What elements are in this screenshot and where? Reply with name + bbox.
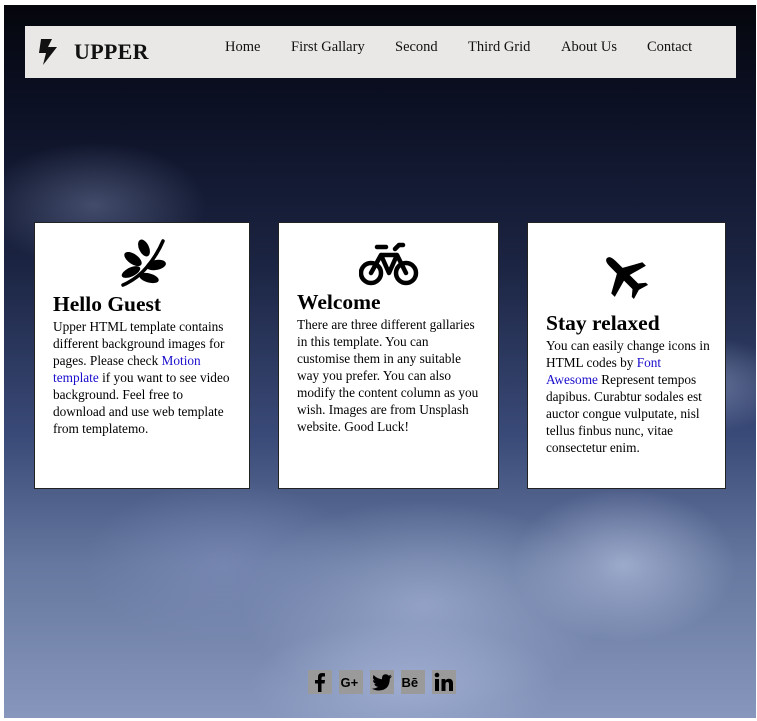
nav-item-second[interactable]: Second [395, 39, 438, 56]
nav-item-about-us[interactable]: About Us [561, 39, 617, 56]
twitter-icon[interactable] [370, 670, 394, 694]
card-text: You can easily change icons in HTML code… [546, 338, 710, 455]
card-stay-relaxed: Stay relaxed You can easily change icons… [527, 222, 726, 489]
bicycle-icon [359, 242, 419, 286]
card-hello-guest: Hello Guest Upper HTML template contains… [34, 222, 250, 489]
card-text: Upper HTML template contains different b… [53, 319, 230, 436]
nav-item-third-grid[interactable]: Third Grid [468, 39, 530, 56]
bolt-icon [39, 39, 57, 65]
card-title: Welcome [297, 290, 381, 314]
card-title: Hello Guest [53, 292, 162, 316]
navbar: UPPER Home First Gallary Second Third Gr… [25, 26, 736, 78]
svg-text:G+: G+ [341, 675, 359, 690]
nav-item-home[interactable]: Home [225, 39, 260, 56]
leaf-icon [121, 239, 166, 287]
linkedin-icon[interactable] [432, 670, 456, 694]
svg-text:Bē: Bē [402, 675, 419, 690]
brand-name: UPPER [74, 39, 149, 64]
nav-item-contact[interactable]: Contact [647, 39, 692, 56]
behance-icon[interactable]: Bē [401, 670, 425, 694]
plane-icon [606, 257, 649, 300]
page-background: UPPER Home First Gallary Second Third Gr… [4, 5, 756, 718]
card-text: There are three different gallaries in t… [297, 317, 479, 434]
card-welcome: Welcome There are three different gallar… [278, 222, 499, 489]
nav-item-first-gallary[interactable]: First Gallary [291, 39, 365, 56]
card-title: Stay relaxed [546, 311, 660, 335]
brand[interactable]: UPPER [37, 26, 149, 78]
facebook-icon[interactable] [308, 670, 332, 694]
google-plus-icon[interactable]: G+ [339, 670, 363, 694]
